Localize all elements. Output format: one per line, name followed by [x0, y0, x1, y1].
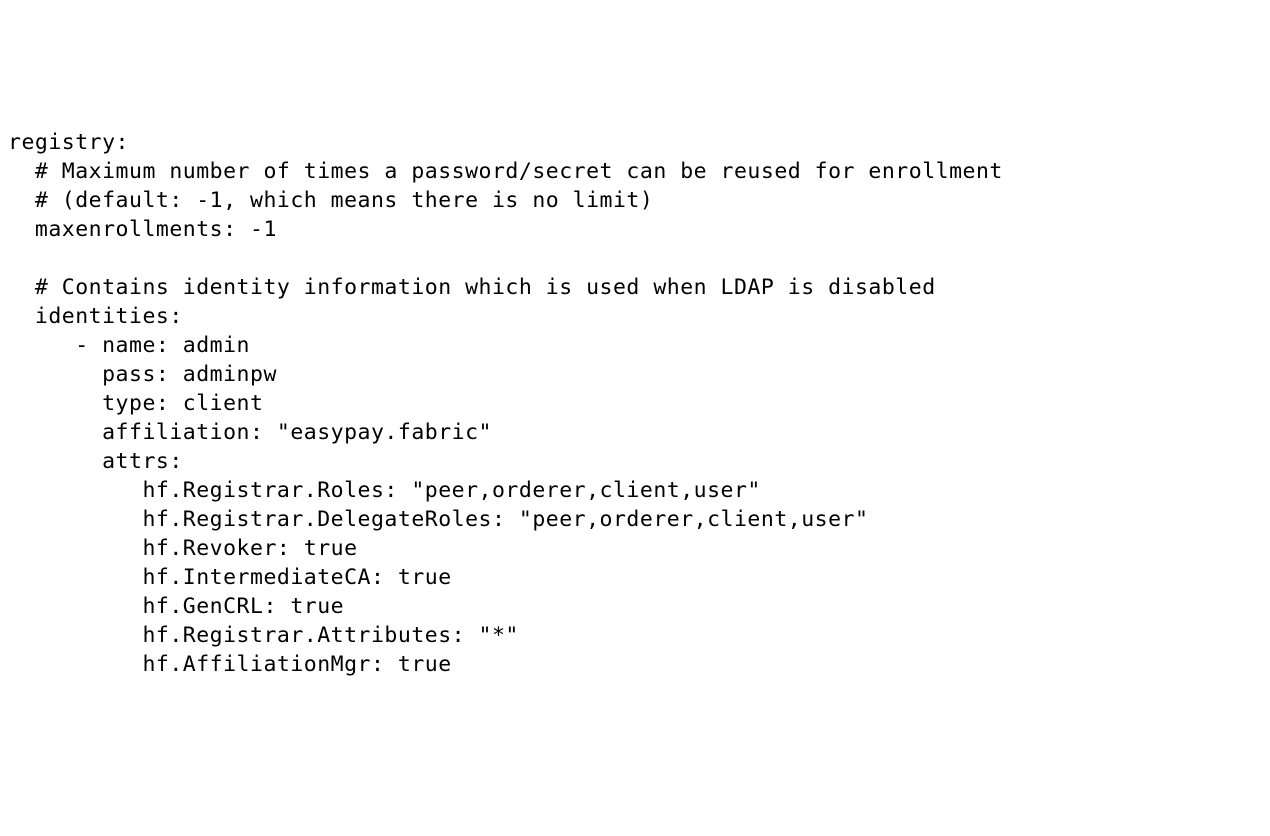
code-line: identities:	[8, 304, 183, 329]
code-line: hf.Registrar.Attributes: "*"	[8, 623, 519, 648]
code-line: hf.AffiliationMgr: true	[8, 652, 452, 677]
code-line: # Contains identity information which is…	[8, 275, 936, 300]
code-line: hf.Registrar.DelegateRoles: "peer,ordere…	[8, 507, 868, 532]
code-line: # Maximum number of times a password/sec…	[8, 159, 1003, 184]
code-line: maxenrollments: -1	[8, 217, 277, 242]
code-line: - name: admin	[8, 333, 250, 358]
code-line: pass: adminpw	[8, 362, 277, 387]
code-line: # (default: -1, which means there is no …	[8, 188, 653, 213]
code-line: registry:	[8, 130, 129, 155]
yaml-code-block: registry: # Maximum number of times a pa…	[8, 128, 1262, 679]
code-line: hf.Registrar.Roles: "peer,orderer,client…	[8, 478, 761, 503]
code-line: hf.IntermediateCA: true	[8, 565, 452, 590]
code-line: type: client	[8, 391, 263, 416]
code-line: affiliation: "easypay.fabric"	[8, 420, 492, 445]
code-line: hf.Revoker: true	[8, 536, 358, 561]
code-line: attrs:	[8, 449, 183, 474]
